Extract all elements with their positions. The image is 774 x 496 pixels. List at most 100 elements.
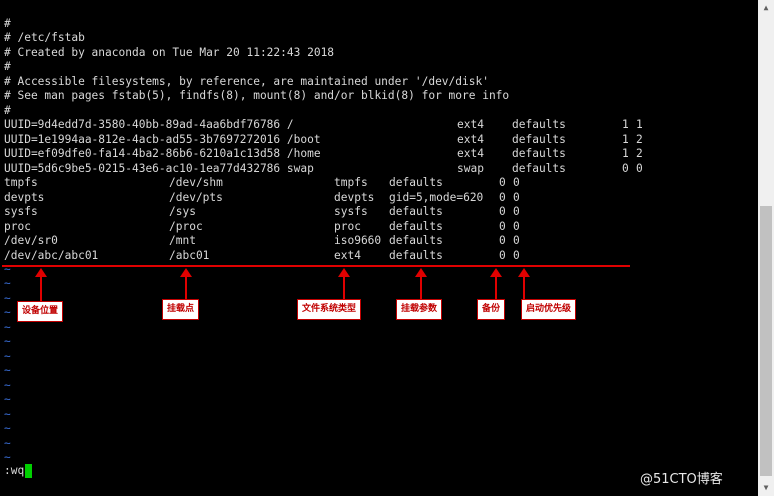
pass-value: 2 bbox=[636, 147, 643, 160]
dump-value: 0 bbox=[499, 176, 506, 189]
fstab-row: proc /proc proc defaults 0 0 bbox=[4, 220, 564, 234]
fs-type: ext4 bbox=[334, 249, 361, 262]
empty-line-tilde: ~ bbox=[4, 292, 11, 305]
mount-options: defaults bbox=[389, 234, 443, 247]
vertical-scrollbar[interactable]: ▲ ▼ bbox=[758, 0, 774, 496]
fstab-uuid-row: UUID=9d4edd7d-3580-40bb-89ad-4aa6bdf7678… bbox=[4, 118, 664, 132]
arrow-up-icon bbox=[415, 268, 427, 301]
dump-value: 1 bbox=[622, 147, 629, 160]
empty-line-tilde: ~ bbox=[4, 422, 11, 435]
dump-value: 0 bbox=[499, 220, 506, 233]
device-field: devpts bbox=[4, 191, 45, 204]
mount-options: defaults bbox=[389, 176, 443, 189]
empty-line-tilde: ~ bbox=[4, 350, 11, 363]
dump-value: 0 bbox=[499, 249, 506, 262]
pass-value: 2 bbox=[636, 133, 643, 146]
dump-value: 0 bbox=[499, 234, 506, 247]
device-field: /dev/abc/abc01 bbox=[4, 249, 99, 262]
empty-line-tilde: ~ bbox=[4, 321, 11, 334]
highlight-underline bbox=[2, 265, 630, 267]
comment-line: # /etc/fstab bbox=[4, 31, 85, 44]
device-field: /dev/sr0 bbox=[4, 234, 58, 247]
fs-type: ext4 bbox=[457, 147, 484, 160]
fstab-uuid-row: UUID=ef09dfe0-fa14-4ba2-86b6-6210a1c13d5… bbox=[4, 147, 664, 161]
fstab-row: tmpfs /dev/shm tmpfs defaults 0 0 bbox=[4, 176, 564, 190]
mount-options: defaults bbox=[389, 220, 443, 233]
mount-point: /dev/shm bbox=[169, 176, 223, 189]
mount-options: defaults bbox=[512, 133, 566, 146]
annotation-pass: 启动优先级 bbox=[521, 299, 577, 320]
fs-type: ext4 bbox=[457, 118, 484, 131]
mount-options: defaults bbox=[512, 162, 566, 175]
dump-value: 1 bbox=[622, 133, 629, 146]
scroll-up-icon[interactable]: ▲ bbox=[758, 0, 774, 16]
uuid-spec: UUID=ef09dfe0-fa14-4ba2-86b6-6210a1c13d5… bbox=[4, 147, 321, 160]
arrow-up-icon bbox=[338, 268, 350, 301]
fstab-uuid-row: UUID=1e1994aa-812e-4acb-ad55-3b769727201… bbox=[4, 133, 664, 147]
uuid-spec: UUID=9d4edd7d-3580-40bb-89ad-4aa6bdf7678… bbox=[4, 118, 294, 131]
empty-line-tilde: ~ bbox=[4, 408, 11, 421]
comment-line: # Accessible filesystems, by reference, … bbox=[4, 75, 489, 88]
mount-point: /abc01 bbox=[169, 249, 210, 262]
fs-type: sysfs bbox=[334, 205, 368, 218]
text-cursor bbox=[25, 464, 32, 478]
comment-line: # bbox=[4, 104, 11, 117]
mount-point: /dev/pts bbox=[169, 191, 223, 204]
fstab-row: sysfs /sys sysfs defaults 0 0 bbox=[4, 205, 564, 219]
dump-value: 1 bbox=[622, 118, 629, 131]
annotation-options: 挂载参数 bbox=[396, 299, 443, 320]
device-field: proc bbox=[4, 220, 31, 233]
fs-type: ext4 bbox=[457, 133, 484, 146]
empty-line-tilde: ~ bbox=[4, 437, 11, 450]
empty-line-tilde: ~ bbox=[4, 335, 11, 348]
pass-value: 0 bbox=[513, 234, 520, 247]
empty-line-tilde: ~ bbox=[4, 364, 11, 377]
fs-type: tmpfs bbox=[334, 176, 368, 189]
scroll-down-icon[interactable]: ▼ bbox=[758, 480, 774, 496]
arrow-up-icon bbox=[180, 268, 192, 301]
mount-options: defaults bbox=[512, 147, 566, 160]
mount-options: gid=5,mode=620 bbox=[389, 191, 484, 204]
mount-point: /sys bbox=[169, 205, 196, 218]
comment-line: # bbox=[4, 17, 11, 30]
pass-value: 0 bbox=[513, 176, 520, 189]
pass-value: 0 bbox=[636, 162, 643, 175]
empty-line-tilde: ~ bbox=[4, 393, 11, 406]
empty-line-tilde: ~ bbox=[4, 451, 11, 464]
fs-type: proc bbox=[334, 220, 361, 233]
dump-value: 0 bbox=[499, 205, 506, 218]
terminal-window[interactable]: # # /etc/fstab # Created by anaconda on … bbox=[0, 0, 758, 496]
pass-value: 0 bbox=[513, 191, 520, 204]
arrow-up-icon bbox=[35, 268, 47, 301]
arrow-up-icon bbox=[518, 268, 530, 301]
comment-line: # See man pages fstab(5), findfs(8), mou… bbox=[4, 89, 510, 102]
command-line[interactable]: :wq bbox=[4, 464, 24, 478]
mount-options: defaults bbox=[389, 249, 443, 262]
annotation-device: 设备位置 bbox=[17, 301, 64, 322]
fs-type: devpts bbox=[334, 191, 375, 204]
fs-type: iso9660 bbox=[334, 234, 382, 247]
watermark: @51CTO博客 bbox=[640, 472, 723, 487]
arrow-up-icon bbox=[490, 268, 502, 301]
fs-type: swap bbox=[457, 162, 484, 175]
annotation-dump: 备份 bbox=[477, 299, 506, 320]
fstab-row: /dev/abc/abc01 /abc01 ext4 defaults 0 0 bbox=[4, 249, 564, 263]
empty-line-tilde: ~ bbox=[4, 277, 11, 290]
fstab-row: devpts /dev/pts devpts gid=5,mode=620 0 … bbox=[4, 191, 564, 205]
pass-value: 0 bbox=[513, 205, 520, 218]
pass-value: 0 bbox=[513, 249, 520, 262]
dump-value: 0 bbox=[622, 162, 629, 175]
uuid-spec: UUID=1e1994aa-812e-4acb-ad55-3b769727201… bbox=[4, 133, 321, 146]
mount-point: /proc bbox=[169, 220, 203, 233]
pass-value: 0 bbox=[513, 220, 520, 233]
annotation-mount: 挂载点 bbox=[162, 299, 200, 320]
mount-point: /mnt bbox=[169, 234, 196, 247]
fstab-uuid-row: UUID=5d6c9be5-0215-43e6-ac10-1ea77d43278… bbox=[4, 162, 664, 176]
device-field: sysfs bbox=[4, 205, 38, 218]
dump-value: 0 bbox=[499, 191, 506, 204]
comment-line: # bbox=[4, 60, 11, 73]
annotation-fstype: 文件系统类型 bbox=[297, 299, 362, 320]
mount-options: defaults bbox=[389, 205, 443, 218]
fstab-row: /dev/sr0 /mnt iso9660 defaults 0 0 bbox=[4, 234, 564, 248]
scrollbar-thumb[interactable] bbox=[760, 206, 772, 476]
